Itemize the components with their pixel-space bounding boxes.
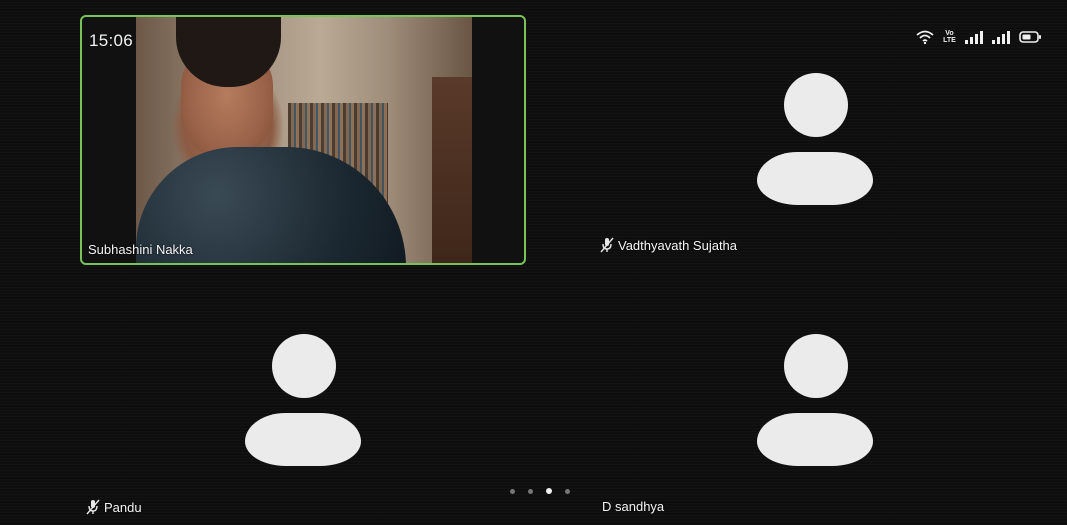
avatar-placeholder-icon xyxy=(245,334,365,466)
mic-off-icon xyxy=(86,499,100,515)
participant-name: D sandhya xyxy=(602,499,665,514)
video-background-door xyxy=(432,77,472,263)
avatar-body xyxy=(757,413,873,466)
participant-name: Vadthyavath Sujatha xyxy=(618,237,738,253)
participant-tile[interactable]: Pandu xyxy=(80,272,526,522)
mic-off-icon xyxy=(600,237,614,253)
page-dot-active[interactable] xyxy=(546,488,552,494)
participant-name: Pandu xyxy=(104,499,142,515)
avatar-placeholder-icon xyxy=(757,73,877,205)
participant-tile[interactable]: D sandhya xyxy=(594,272,1040,522)
participant-tile[interactable]: Vadthyavath Sujatha xyxy=(594,15,1040,265)
page-dot[interactable] xyxy=(565,488,570,494)
meeting-gallery-screen: 15:06 Vo LTE Subhashini Nakka Vadthyavat… xyxy=(0,0,1067,525)
page-indicator xyxy=(510,488,570,494)
participant-tile-active-speaker[interactable]: Subhashini Nakka xyxy=(80,15,526,265)
wifi-icon xyxy=(916,30,934,44)
status-bar-icons: Vo LTE xyxy=(916,30,1041,44)
avatar-head xyxy=(784,73,848,137)
participant-name: Subhashini Nakka xyxy=(88,242,193,257)
avatar-body xyxy=(245,413,361,466)
page-dot[interactable] xyxy=(528,488,533,494)
avatar-placeholder-icon xyxy=(757,334,877,466)
signal-icon xyxy=(992,30,1010,44)
status-bar-time: 15:06 xyxy=(89,31,134,50)
page-dot[interactable] xyxy=(510,488,515,494)
avatar-body xyxy=(757,152,873,205)
participant-name-label: Subhashini Nakka xyxy=(88,242,193,257)
participant-name-label: D sandhya xyxy=(602,499,664,514)
avatar-head xyxy=(784,334,848,398)
participant-name-label: Vadthyavath Sujatha xyxy=(600,237,737,253)
signal-icon xyxy=(965,30,983,44)
avatar-head xyxy=(272,334,336,398)
battery-icon xyxy=(1019,31,1041,43)
volte-label-top: Vo xyxy=(945,30,954,37)
participant-name-label: Pandu xyxy=(86,499,142,515)
volte-label-bottom: LTE xyxy=(943,37,956,44)
volte-icon: Vo LTE xyxy=(943,30,956,44)
participant-video xyxy=(136,17,472,263)
